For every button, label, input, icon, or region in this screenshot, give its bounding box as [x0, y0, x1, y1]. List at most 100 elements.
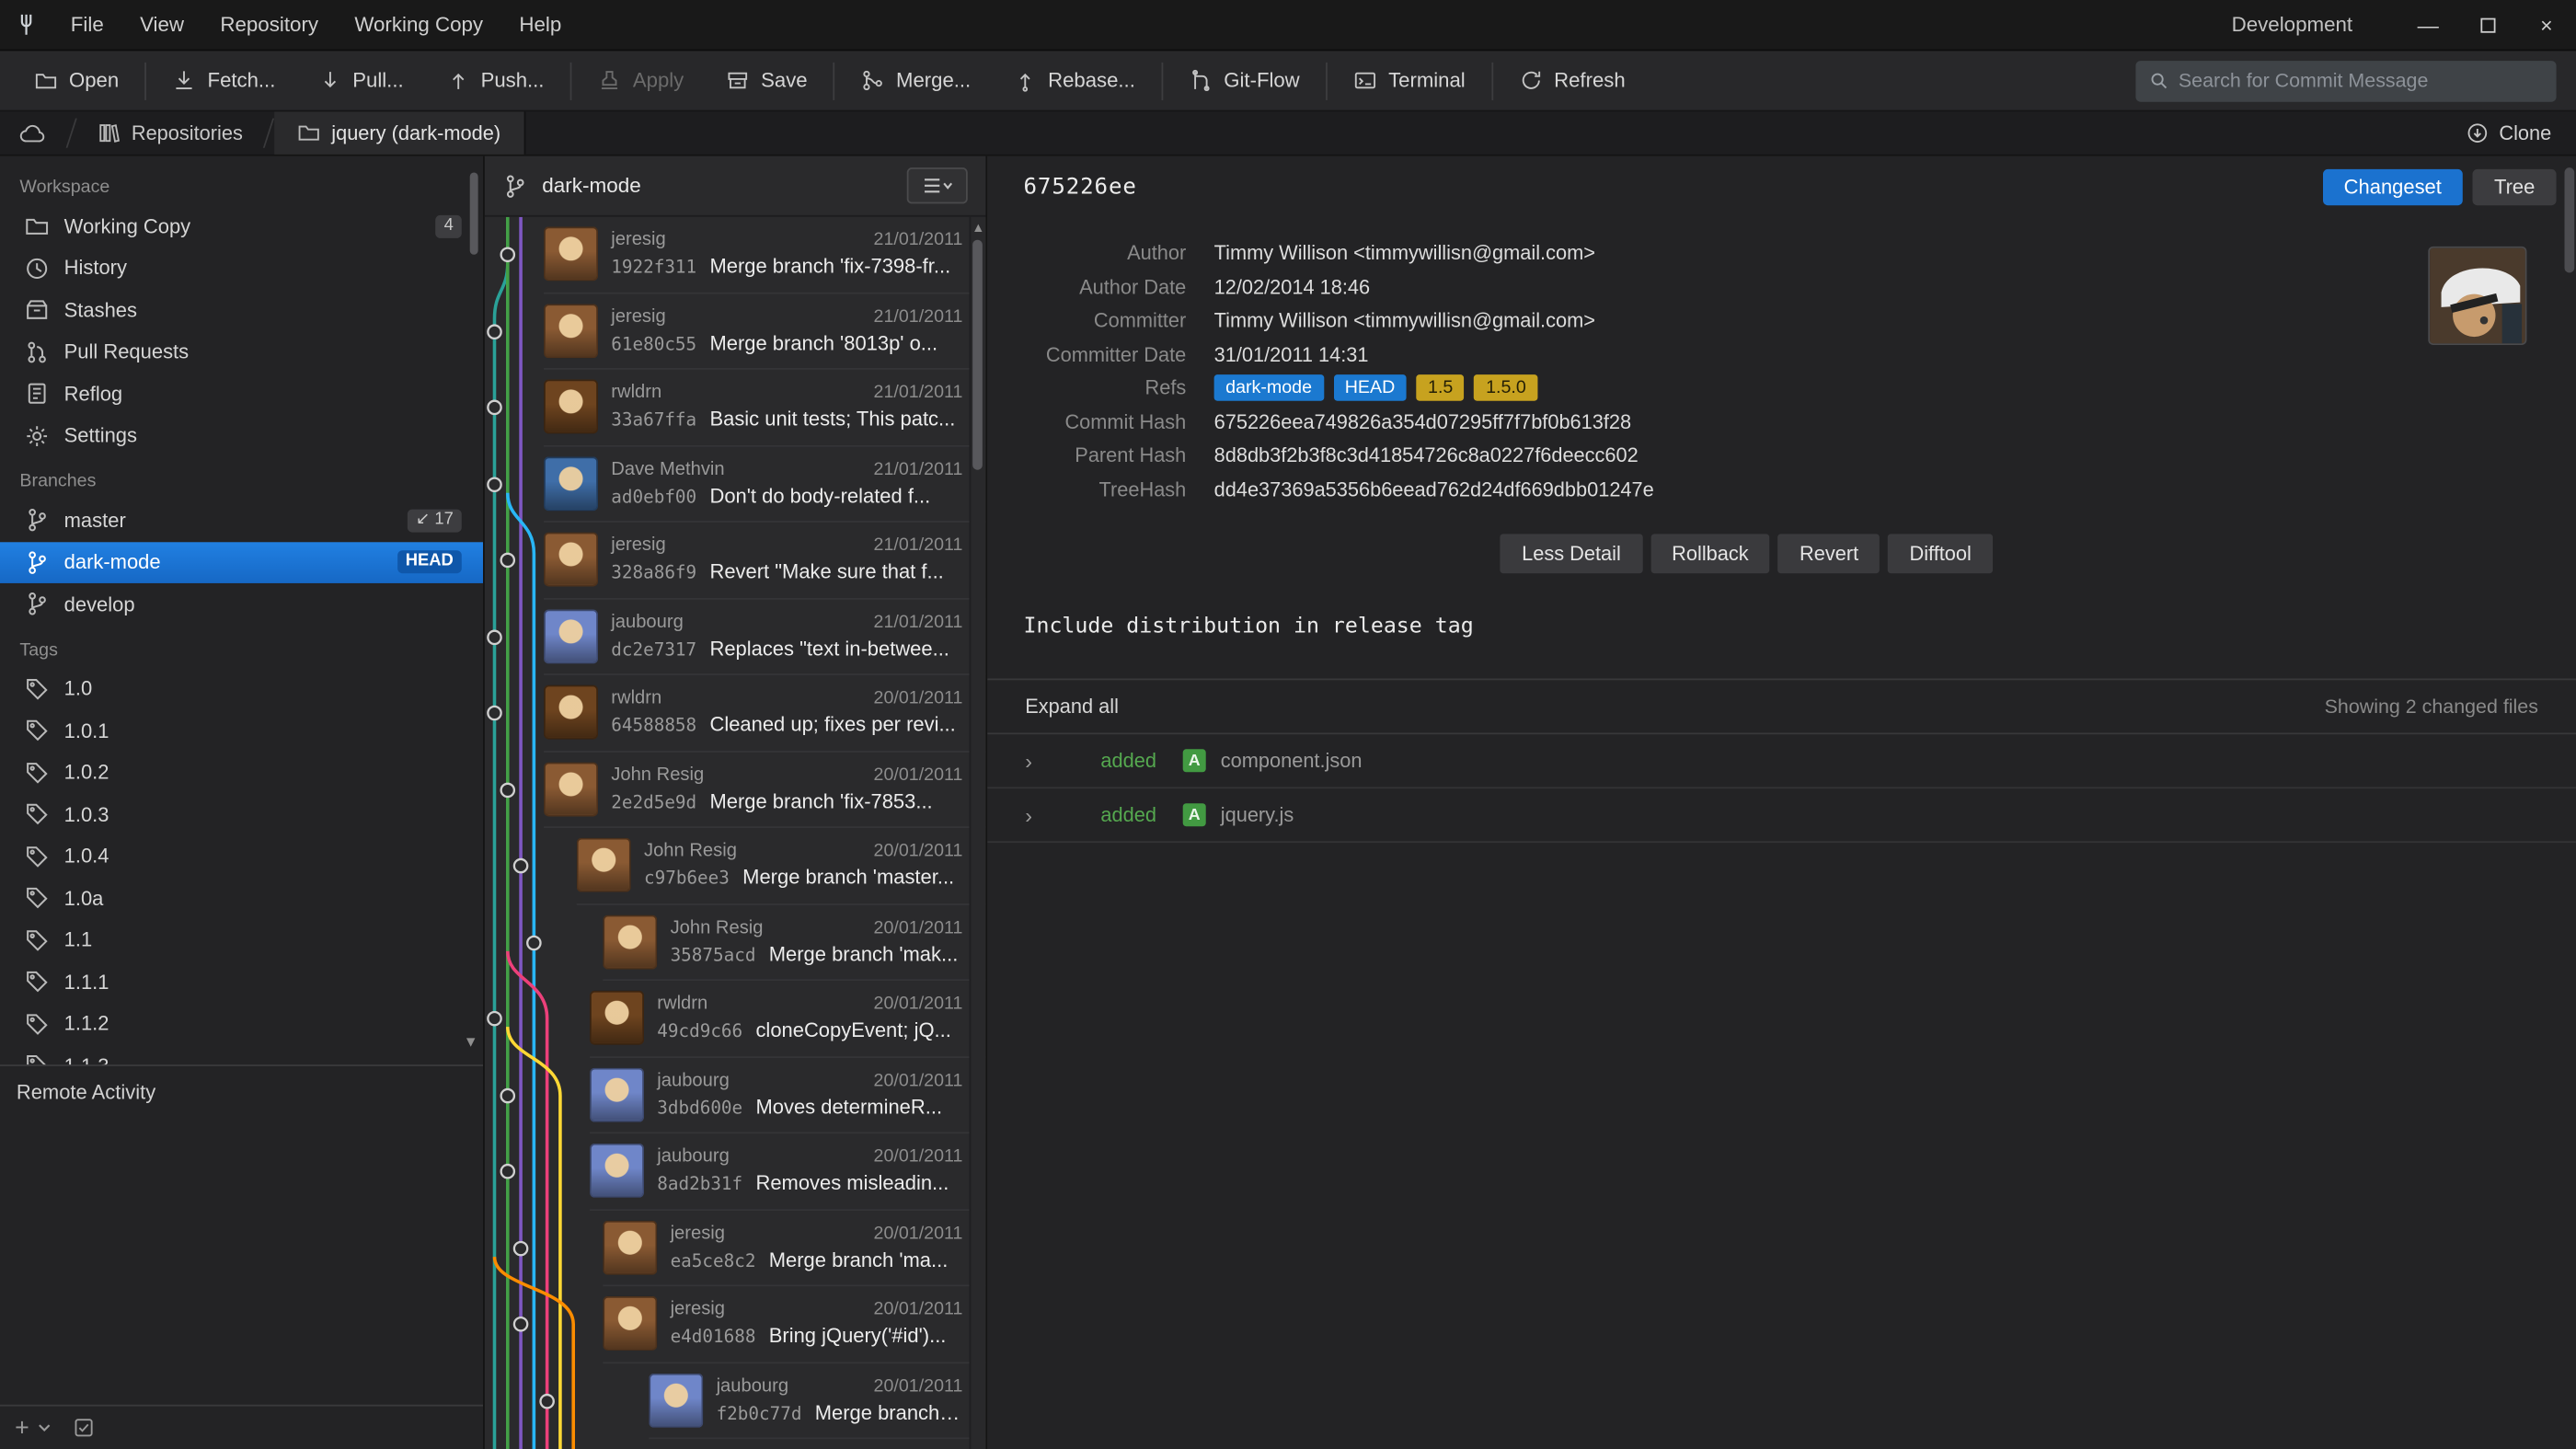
sidebar-scrollbar-thumb[interactable] — [470, 172, 478, 254]
sidebar-item-tag[interactable]: 1.1.2 — [0, 1003, 483, 1045]
pull-button[interactable]: Pull... — [297, 50, 425, 112]
ref-badges: dark-mode HEAD 1.5 1.5.0 — [1214, 375, 1538, 402]
repositories-tab[interactable]: Repositories — [77, 111, 262, 154]
ref-badge[interactable]: HEAD — [1333, 375, 1407, 402]
sidebar-item-history[interactable]: History — [0, 247, 483, 290]
checkbox-filter-icon[interactable] — [72, 1416, 95, 1439]
commit-row[interactable]: jeresig 20/01/2011 ea5ce8c2 Merge branch… — [485, 1210, 986, 1286]
commit-row[interactable]: jeresig 21/01/2011 1922f311 Merge branch… — [485, 217, 986, 293]
commit-message: Merge branch '... — [815, 1401, 963, 1424]
merge-button[interactable]: Merge... — [840, 50, 992, 112]
add-button[interactable]: + — [15, 1415, 29, 1440]
apply-button[interactable]: Apply — [577, 50, 705, 112]
commit-row[interactable]: rwldrn 21/01/2011 33a67ffa Basic unit te… — [485, 370, 986, 446]
commit-row[interactable]: jeresig 20/01/2011 e4d01688 Bring jQuery… — [485, 1286, 986, 1363]
tag-icon — [25, 1012, 50, 1037]
apply-label: Apply — [633, 69, 684, 92]
clone-button[interactable]: Clone — [2442, 111, 2576, 154]
commit-row[interactable]: jeresig 21/01/2011 328a86f9 Revert "Make… — [485, 523, 986, 599]
sidebar-item-working-copy[interactable]: Working Copy 4 — [0, 205, 483, 247]
commit-author: rwldrn — [611, 384, 661, 403]
sidebar-item-tag[interactable]: 1.0 — [0, 668, 483, 710]
refresh-icon — [1520, 69, 1543, 92]
sidebar-item-tag[interactable]: 1.0a — [0, 878, 483, 920]
menu-file[interactable]: File — [52, 0, 121, 50]
commit-row[interactable]: rwldrn 20/01/2011 49cd9c66 cloneCopyEven… — [485, 981, 986, 1057]
push-button[interactable]: Push... — [425, 50, 566, 112]
commit-row[interactable]: jaubourg 20/01/2011 3dbd600e Moves deter… — [485, 1057, 986, 1133]
commit-row[interactable]: jaubourg 20/01/2011 f2b0c77d Merge branc… — [485, 1363, 986, 1439]
avatar — [590, 1067, 644, 1121]
commit-row[interactable]: rwldrn 20/01/2011 64588858 Cleaned up; f… — [485, 675, 986, 752]
field-value: Timmy Willison <timmywillisn@gmail.com> — [1214, 309, 1595, 332]
commit-row[interactable]: jaubourg 21/01/2011 dc2e7317 Replaces "t… — [485, 599, 986, 675]
menu-view[interactable]: View — [121, 0, 201, 50]
commit-message: Bring jQuery('#id')... — [769, 1325, 947, 1348]
search-input[interactable] — [2179, 69, 2543, 92]
terminal-button[interactable]: Terminal — [1332, 50, 1487, 112]
maximize-button[interactable] — [2457, 0, 2516, 50]
action-button[interactable]: Difftool — [1888, 534, 1993, 573]
sidebar-branch-develop[interactable]: develop — [0, 583, 483, 626]
minimize-button[interactable]: — — [2398, 0, 2457, 50]
close-button[interactable]: × — [2517, 0, 2576, 50]
file-row[interactable]: › added A component.json — [987, 734, 2576, 788]
changeset-tab[interactable]: Changeset — [2322, 169, 2463, 205]
fetch-button[interactable]: Fetch... — [152, 50, 297, 112]
fetch-icon — [173, 69, 196, 92]
file-row[interactable]: › added A jquery.js — [987, 788, 2576, 843]
commit-row[interactable]: jeresig 21/01/2011 61e80c55 Merge branch… — [485, 293, 986, 370]
action-button[interactable]: Less Detail — [1501, 534, 1642, 573]
menu-repository[interactable]: Repository — [202, 0, 337, 50]
sidebar-item-tag[interactable]: 1.0.4 — [0, 835, 483, 878]
action-button[interactable]: Rollback — [1650, 534, 1770, 573]
sidebar-item-tag[interactable]: 1.0.2 — [0, 752, 483, 794]
ref-badge[interactable]: dark-mode — [1214, 375, 1324, 402]
ref-badge[interactable]: 1.5 — [1417, 375, 1465, 402]
action-button[interactable]: Revert — [1778, 534, 1880, 573]
remotes-cloud-tab[interactable] — [0, 111, 65, 154]
commit-row[interactable]: John Resig 20/01/2011 c97b6ee3 Merge bra… — [485, 828, 986, 904]
sidebar-item-stashes[interactable]: Stashes — [0, 289, 483, 331]
repo-tab-jquery[interactable]: jquery (dark-mode) — [274, 111, 525, 154]
detail-scrollbar-thumb[interactable] — [2564, 167, 2574, 272]
save-button[interactable]: Save — [705, 50, 828, 112]
commit-search-box[interactable] — [2135, 60, 2556, 101]
expand-chevron-icon[interactable]: › — [1025, 802, 1100, 827]
add-dropdown-chevron-icon[interactable] — [36, 1421, 52, 1434]
tag-icon — [25, 970, 50, 995]
clone-icon — [2467, 121, 2490, 144]
menu-working-copy[interactable]: Working Copy — [337, 0, 501, 50]
commit-row[interactable]: John Resig 20/01/2011 2e2d5e9d Merge bra… — [485, 752, 986, 828]
sidebar-item-tag[interactable]: 1.0.3 — [0, 793, 483, 835]
scrollbar-thumb[interactable] — [972, 240, 983, 470]
sidebar-item-tag[interactable]: 1.0.1 — [0, 709, 483, 752]
open-button[interactable]: Open — [13, 50, 140, 112]
graph-view-options-button[interactable] — [907, 167, 968, 203]
sidebar-item-pull-requests[interactable]: Pull Requests — [0, 331, 483, 374]
sidebar-scroll-down-icon[interactable]: ▼ — [464, 1033, 478, 1050]
sidebar-branch-dark-mode[interactable]: dark-mode HEAD — [0, 541, 483, 583]
sidebar-item-tag[interactable]: 1.1.1 — [0, 961, 483, 1004]
expand-all-button[interactable]: Expand all — [1025, 695, 1119, 718]
sidebar-item-tag[interactable]: 1.1 — [0, 919, 483, 961]
sidebar-item-tag[interactable]: 1.1.3 — [0, 1045, 483, 1064]
commit-list-scrollbar[interactable]: ▲ — [970, 217, 986, 1449]
commit-row[interactable]: John Resig 20/01/2011 35875acd Merge bra… — [485, 904, 986, 981]
commit-row[interactable]: jaubourg 20/01/2011 8ad2b31f Removes mis… — [485, 1133, 986, 1210]
commit-hash: 2e2d5e9d — [611, 791, 696, 812]
tree-tab[interactable]: Tree — [2473, 169, 2557, 205]
commit-row[interactable]: Dave Methvin 21/01/2011 ad0ebf00 Don't d… — [485, 446, 986, 523]
menu-help[interactable]: Help — [501, 0, 580, 50]
expand-chevron-icon[interactable]: › — [1025, 748, 1100, 773]
ref-badge[interactable]: 1.5.0 — [1475, 375, 1538, 402]
refresh-button[interactable]: Refresh — [1498, 50, 1646, 112]
tag-icon — [25, 760, 50, 785]
stash-box-icon — [25, 298, 50, 323]
rebase-button[interactable]: Rebase... — [992, 50, 1156, 112]
sidebar-item-settings[interactable]: Settings — [0, 415, 483, 457]
sidebar-branch-master[interactable]: master ↙ 17 — [0, 500, 483, 542]
gitflow-button[interactable]: Git-Flow — [1168, 50, 1321, 112]
scrollbar-up-arrow[interactable]: ▲ — [971, 220, 985, 235]
sidebar-item-reflog[interactable]: Reflog — [0, 373, 483, 415]
